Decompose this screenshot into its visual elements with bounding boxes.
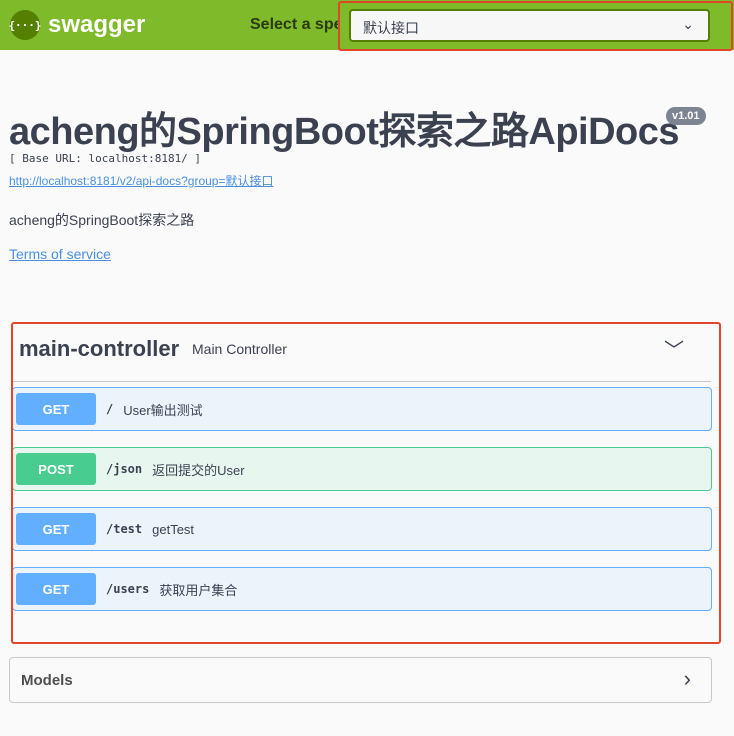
- operation-get-root[interactable]: GET / User输出测试: [12, 387, 712, 431]
- terms-of-service-link[interactable]: Terms of service: [9, 246, 111, 262]
- method-badge: GET: [16, 513, 96, 545]
- spec-label: Select a spec: [250, 16, 340, 33]
- brand-name[interactable]: swagger: [48, 11, 145, 39]
- operation-path: /json: [106, 462, 143, 476]
- operation-get-test[interactable]: GET /test getTest: [12, 507, 712, 551]
- operation-path: /users: [106, 582, 150, 596]
- method-badge: GET: [16, 573, 96, 605]
- spec-select-value: 默认接口: [363, 20, 419, 36]
- tag-name[interactable]: main-controller: [19, 336, 179, 362]
- chevron-right-icon: ›: [683, 666, 691, 691]
- chevron-down-icon[interactable]: ﹀: [664, 334, 684, 363]
- page-title: acheng的SpringBoot探索之路ApiDocs: [9, 111, 680, 153]
- chevron-down-icon: ⌄: [682, 16, 694, 32]
- base-url: [ Base URL: localhost:8181/ ]: [9, 152, 202, 165]
- spec-select[interactable]: 默认接口 ⌄: [349, 9, 710, 42]
- operation-path: /: [106, 402, 114, 416]
- operation-summary: User输出测试: [123, 402, 203, 418]
- api-description: acheng的SpringBoot探索之路: [9, 212, 195, 228]
- operation-summary: 返回提交的User: [152, 462, 245, 478]
- models-section[interactable]: Models ›: [9, 657, 712, 703]
- method-badge: GET: [16, 393, 96, 425]
- topbar: {···} swagger Select a spec 默认接口 ⌄: [0, 0, 734, 50]
- models-label: Models: [21, 672, 73, 689]
- version-badge: v1.01: [666, 107, 706, 125]
- operation-summary: getTest: [152, 521, 195, 537]
- operation-path: /test: [106, 522, 143, 536]
- api-docs-link[interactable]: http://localhost:8181/v2/api-docs?group=…: [9, 172, 273, 189]
- tag-description: Main Controller: [192, 341, 287, 357]
- swagger-logo-icon[interactable]: {···}: [8, 10, 42, 40]
- method-badge: POST: [16, 453, 96, 485]
- operation-summary: 获取用户集合: [159, 582, 238, 598]
- divider: [12, 381, 711, 382]
- operation-post-json[interactable]: POST /json 返回提交的User: [12, 447, 712, 491]
- operation-get-users[interactable]: GET /users 获取用户集合: [12, 567, 712, 611]
